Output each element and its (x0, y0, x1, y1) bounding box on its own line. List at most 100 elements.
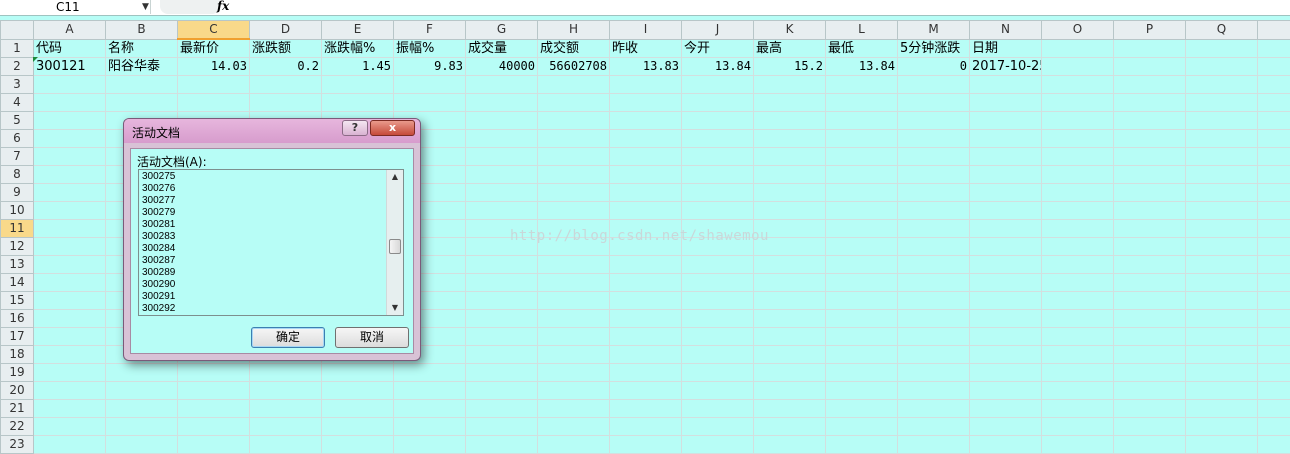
cell[interactable] (538, 310, 610, 328)
cell[interactable] (826, 202, 898, 220)
cell[interactable] (898, 238, 970, 256)
cell[interactable] (898, 274, 970, 292)
cell[interactable] (250, 94, 322, 112)
row-header[interactable]: 8 (1, 166, 34, 184)
row-header[interactable]: 19 (1, 364, 34, 382)
cell[interactable] (826, 220, 898, 238)
cell[interactable] (106, 76, 178, 94)
cell[interactable] (538, 382, 610, 400)
cell[interactable] (34, 130, 106, 148)
cell[interactable] (682, 382, 754, 400)
cell[interactable] (826, 166, 898, 184)
cell[interactable] (1186, 184, 1258, 202)
cell[interactable] (682, 436, 754, 454)
column-header[interactable]: O (1042, 21, 1114, 40)
cell[interactable] (1042, 238, 1114, 256)
cell[interactable] (1114, 220, 1186, 238)
cell[interactable] (106, 400, 178, 418)
cell[interactable] (1186, 112, 1258, 130)
cell[interactable]: 最低 (826, 39, 898, 58)
cell[interactable] (610, 94, 682, 112)
row-header[interactable]: 11 (1, 220, 34, 238)
cell[interactable]: 今开 (682, 39, 754, 58)
cell[interactable] (754, 274, 826, 292)
cell[interactable] (610, 328, 682, 346)
cell[interactable] (538, 400, 610, 418)
cell[interactable]: 阳谷华泰 (106, 58, 178, 76)
cell[interactable] (610, 310, 682, 328)
cell[interactable] (1258, 39, 1290, 58)
cell[interactable] (1042, 400, 1114, 418)
cell[interactable] (538, 346, 610, 364)
cell[interactable] (34, 436, 106, 454)
cell[interactable] (322, 436, 394, 454)
cell[interactable] (538, 94, 610, 112)
cell[interactable] (682, 274, 754, 292)
cell[interactable] (970, 418, 1042, 436)
cell[interactable] (682, 130, 754, 148)
cell[interactable] (826, 256, 898, 274)
cell[interactable] (682, 364, 754, 382)
column-header[interactable]: L (826, 21, 898, 40)
cell[interactable] (1114, 238, 1186, 256)
cell[interactable] (682, 256, 754, 274)
cell[interactable] (34, 382, 106, 400)
scroll-up-icon[interactable]: ▲ (387, 170, 403, 184)
cell[interactable] (538, 112, 610, 130)
cell[interactable] (250, 400, 322, 418)
cell[interactable] (970, 310, 1042, 328)
cell[interactable] (1258, 256, 1290, 274)
cell[interactable] (610, 346, 682, 364)
cell[interactable] (1114, 418, 1186, 436)
cell[interactable] (1186, 382, 1258, 400)
cell[interactable] (1258, 292, 1290, 310)
cell[interactable] (1042, 292, 1114, 310)
help-button[interactable]: ? (342, 120, 368, 136)
function-icon[interactable]: fx (217, 0, 229, 13)
cell[interactable] (826, 148, 898, 166)
cell[interactable] (970, 130, 1042, 148)
cell[interactable] (538, 274, 610, 292)
cell[interactable] (466, 346, 538, 364)
cell[interactable] (1042, 256, 1114, 274)
cell[interactable] (394, 436, 466, 454)
cell[interactable] (34, 346, 106, 364)
cell[interactable] (610, 148, 682, 166)
cell[interactable] (970, 364, 1042, 382)
cell[interactable] (1186, 166, 1258, 184)
cell[interactable] (466, 418, 538, 436)
cell[interactable] (394, 76, 466, 94)
cell[interactable] (466, 310, 538, 328)
cell[interactable] (250, 76, 322, 94)
cell[interactable] (970, 256, 1042, 274)
cell[interactable] (1258, 148, 1290, 166)
cell[interactable] (610, 364, 682, 382)
cell[interactable] (898, 328, 970, 346)
cell[interactable] (34, 418, 106, 436)
cell[interactable] (754, 166, 826, 184)
cell[interactable] (682, 112, 754, 130)
list-item[interactable]: 300277 (142, 195, 175, 207)
cell[interactable] (322, 382, 394, 400)
cell[interactable] (970, 220, 1042, 238)
row-header[interactable]: 20 (1, 382, 34, 400)
cell[interactable] (898, 112, 970, 130)
cell[interactable] (1114, 346, 1186, 364)
cell[interactable] (34, 94, 106, 112)
cell[interactable] (1186, 400, 1258, 418)
cell[interactable] (970, 94, 1042, 112)
cell[interactable] (106, 364, 178, 382)
cell[interactable] (538, 76, 610, 94)
scroll-down-icon[interactable]: ▼ (387, 301, 403, 315)
cell[interactable] (826, 418, 898, 436)
cell[interactable] (1258, 382, 1290, 400)
column-header[interactable]: E (322, 21, 394, 40)
list-item[interactable]: 300276 (142, 183, 175, 195)
cell[interactable] (1042, 39, 1114, 58)
cell[interactable]: 13.84 (826, 58, 898, 76)
cell[interactable] (970, 148, 1042, 166)
cell[interactable] (826, 292, 898, 310)
cell[interactable] (898, 364, 970, 382)
cell[interactable] (610, 418, 682, 436)
column-header[interactable]: G (466, 21, 538, 40)
